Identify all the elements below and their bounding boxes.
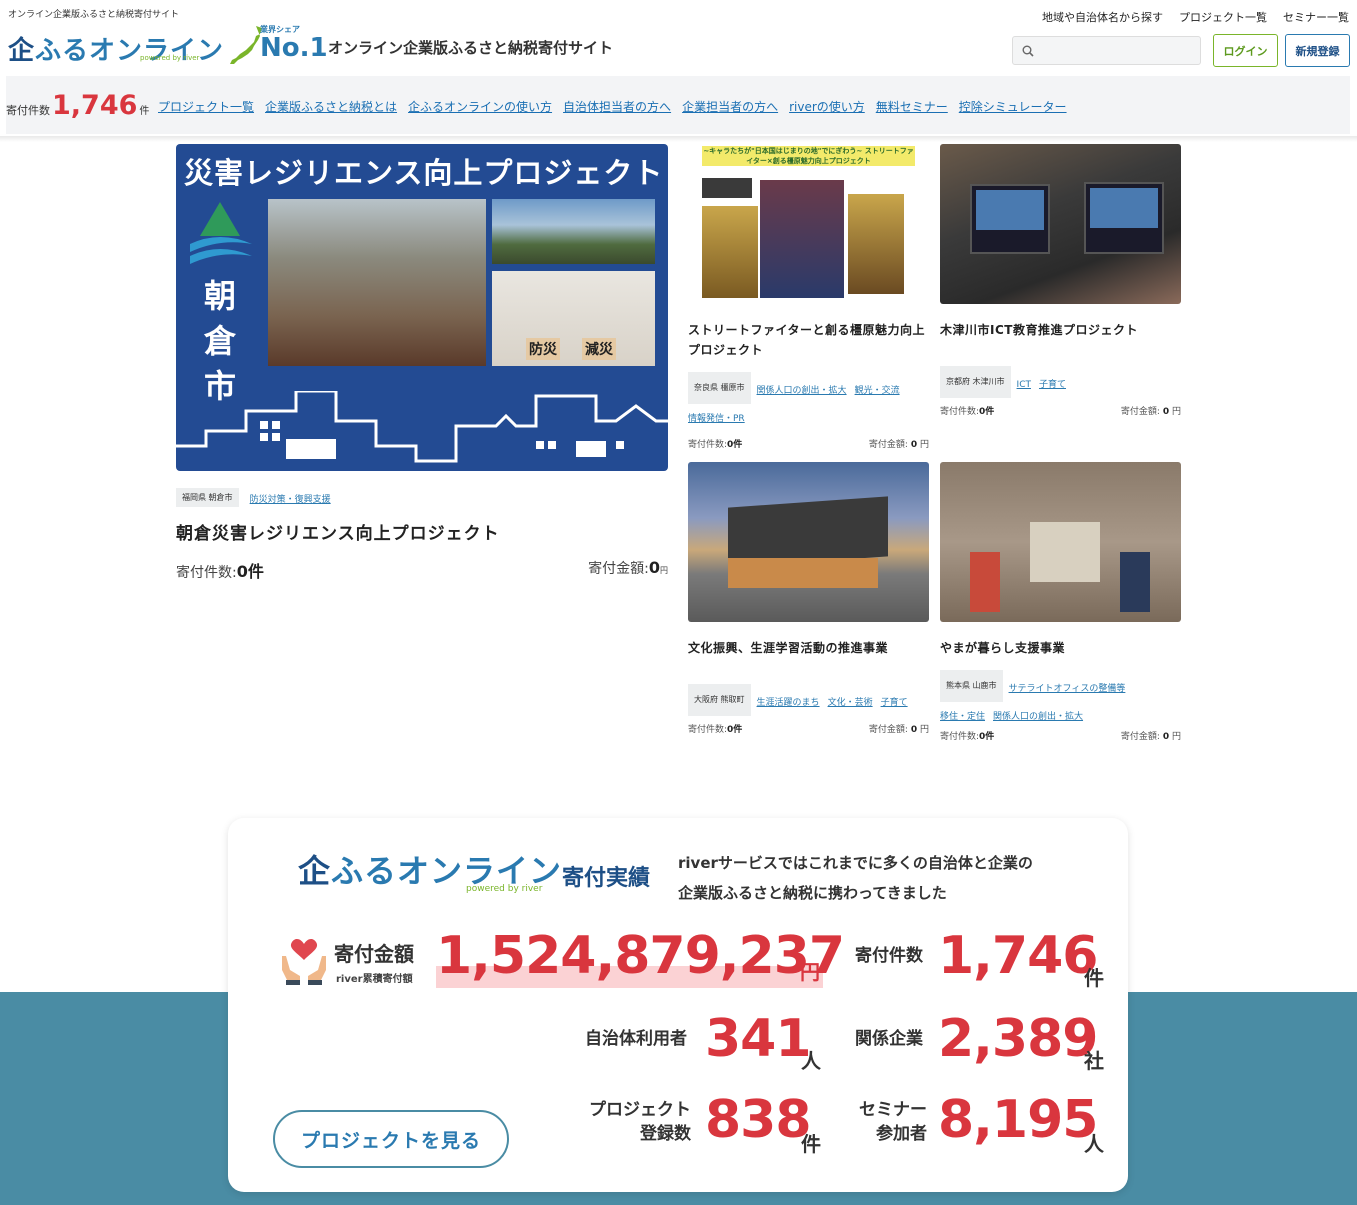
image-city-text: 朝倉市 [203,277,236,405]
header-shadow [0,136,1357,142]
category-tag[interactable]: サテライトオフィスの整備等 [1009,684,1126,694]
amount-label: 寄付金額 [334,942,414,966]
top-link-seminars[interactable]: セミナー一覧 [1283,9,1349,25]
project-stats: 寄付件数:0件 寄付金額: 0 円 [688,440,929,450]
project-stats: 寄付件数:0件 寄付金額: 0 円 [940,732,1181,742]
search-input[interactable] [1041,41,1196,61]
flood-photo [268,199,486,366]
waterwheel-photo [492,199,655,264]
nav-link-projects[interactable]: プロジェクト一覧 [158,98,254,115]
category-tag[interactable]: 防災対策・復興支援 [250,495,331,505]
project-card[interactable]: ~キャラたちが"日本国はじまりの地"でにぎわう~ ストリートファイター×創る橿原… [688,144,929,450]
project-name[interactable]: やまが暮らし支援事業 [940,638,1181,658]
location-chip: 熊本県 山鹿市 [940,670,1003,702]
city-skyline-illustration [176,391,668,463]
image-caption: ~キャラたちが"日本国はじまりの地"でにぎわう~ ストリートファイター×創る橿原… [703,147,914,165]
login-button[interactable]: ログイン [1213,34,1278,67]
share-badge: 業界シェア No.1 [260,25,328,63]
project-image[interactable] [940,462,1181,622]
project-stats: 寄付件数:0件 寄付金額: 0 円 [940,407,1181,417]
project-card[interactable]: 木津川市ICT教育推進プロジェクト 京都府 木津川市 ICT 子育て 寄付件数:0件… [940,144,1181,417]
location-chip: 京都府 木津川市 [940,366,1011,398]
summary-description: riverサービスではこれまでに多くの自治体と企業の 企業版ふるさと納税に携わっ… [678,854,1033,902]
featured-project-image[interactable]: 災害レジリエンス向上プロジェクト 朝倉市 防災 減災 [176,144,668,471]
signup-button[interactable]: 新規登録 [1285,34,1350,67]
category-tag[interactable]: 子育て [881,698,908,708]
nav-link-municipality[interactable]: 自治体担当者の方へ [563,98,671,115]
featured-project-card[interactable]: 災害レジリエンス向上プロジェクト 朝倉市 防災 減災 福岡県 朝倉市 防災対策・… [176,144,668,582]
top-link-area-search[interactable]: 地域や自治体名から探す [1042,9,1163,25]
project-image[interactable] [688,462,929,622]
category-tag[interactable]: 子育て [1039,380,1066,390]
main-nav: 寄付件数 1,746 件 プロジェクト一覧 企業版ふるさと納税とは 企ふるオンラ… [6,76,1350,134]
summary-logo-powered: powered by river [466,884,543,894]
location-chip: 福岡県 朝倉市 [176,488,239,507]
logo-kanji: 企 [8,36,36,66]
nav-link-howto[interactable]: 企ふるオンラインの使い方 [408,98,552,115]
category-tag[interactable]: 関係人口の創出・拡大 [757,386,847,396]
category-tag[interactable]: 情報発信・PR [688,414,745,424]
category-tag[interactable]: 関係人口の創出・拡大 [993,712,1083,722]
image-tag-bosai: 防災 [526,338,560,360]
view-projects-button[interactable]: プロジェクトを見る [273,1110,509,1168]
nav-link-about[interactable]: 企業版ふるさと納税とは [265,98,397,115]
project-tags: 京都府 木津川市 ICT 子育て [940,366,1181,398]
category-tag[interactable]: 生涯活躍のまち [757,698,820,708]
donation-summary-panel: 企ふるオンライン powered by river 寄付実績 riverサービス… [228,818,1128,1192]
search-icon [1022,45,1034,57]
category-tag[interactable]: ICT [1017,380,1031,390]
project-name[interactable]: 木津川市ICT教育推進プロジェクト [940,320,1181,340]
search-box[interactable] [1012,36,1201,65]
site-tagline: オンライン企業版ふるさと納税寄付サイト [8,10,180,20]
logo-powered: powered by river [140,54,200,62]
nav-link-river[interactable]: riverの使い方 [789,98,865,115]
project-tags: 熊本県 山鹿市 サテライトオフィスの整備等移住・定住 関係人口の創出・拡大 [940,670,1181,729]
amount-unit: 円 [800,960,820,984]
donation-count: 寄付件数 1,746 件 [6,90,150,121]
featured-project-name[interactable]: 朝倉災害レジリエンス向上プロジェクト [176,519,668,544]
nav-links: プロジェクト一覧 企業版ふるさと納税とは 企ふるオンラインの使い方 自治体担当者… [158,98,1067,115]
blocks-photo: 防災 減災 [492,271,655,366]
project-image[interactable]: ~キャラたちが"日本国はじまりの地"でにぎわう~ ストリートファイター×創る橿原… [688,144,929,304]
site-logo[interactable]: 企ふるオンライン powered by river [8,24,266,66]
project-card[interactable]: 文化振興、生涯学習活動の推進事業 大阪府 熊取町 生涯活躍のまち 文化・芸術 子育て … [688,462,929,735]
location-chip: 大阪府 熊取町 [688,684,751,716]
image-tag-gensai: 減災 [582,338,616,360]
nav-link-company[interactable]: 企業担当者の方へ [682,98,778,115]
project-tags: 奈良県 橿原市 関係人口の創出・拡大 観光・交流情報発信・PR [688,372,929,431]
site-description: オンライン企業版ふるさと納税寄付サイト [328,39,614,57]
project-tags: 大阪府 熊取町 生涯活躍のまち 文化・芸術 子育て [688,684,929,716]
nav-link-simulator[interactable]: 控除シミュレーター [959,98,1067,115]
featured-project-tags: 福岡県 朝倉市 防災対策・復興支援 [176,487,668,507]
heart-hands-icon [282,938,326,985]
category-tag[interactable]: 観光・交流 [855,386,900,396]
featured-project-stats: 寄付件数:0件 寄付金額:0円 [176,558,668,581]
project-stats: 寄付件数:0件 寄付金額: 0 円 [688,725,929,735]
location-chip: 奈良県 橿原市 [688,372,751,404]
project-card[interactable]: やまが暮らし支援事業 熊本県 山鹿市 サテライトオフィスの整備等移住・定住 関係人口… [940,462,1181,742]
site-header: オンライン企業版ふるさと納税寄付サイト 企ふるオンライン powered by … [0,0,1357,74]
category-tag[interactable]: 文化・芸術 [828,698,873,708]
summary-title: 寄付実績 [562,866,651,891]
project-image[interactable] [940,144,1181,304]
project-name[interactable]: ストリートファイターと創る橿原魅力向上プロジェクト [688,320,929,360]
city-emblem-icon [190,202,252,264]
nav-link-seminar[interactable]: 無料セミナー [876,98,948,115]
amount-value: 1,524,879,237 [436,926,845,986]
image-title-text: 災害レジリエンス向上プロジェクト [184,156,664,190]
category-tag[interactable]: 移住・定住 [940,712,985,722]
top-link-projects[interactable]: プロジェクト一覧 [1179,9,1267,25]
amount-sublabel: river累積寄付額 [336,974,413,985]
project-name[interactable]: 文化振興、生涯学習活動の推進事業 [688,638,929,658]
top-links: 地域や自治体名から探す プロジェクト一覧 セミナー一覧 [1042,9,1349,25]
